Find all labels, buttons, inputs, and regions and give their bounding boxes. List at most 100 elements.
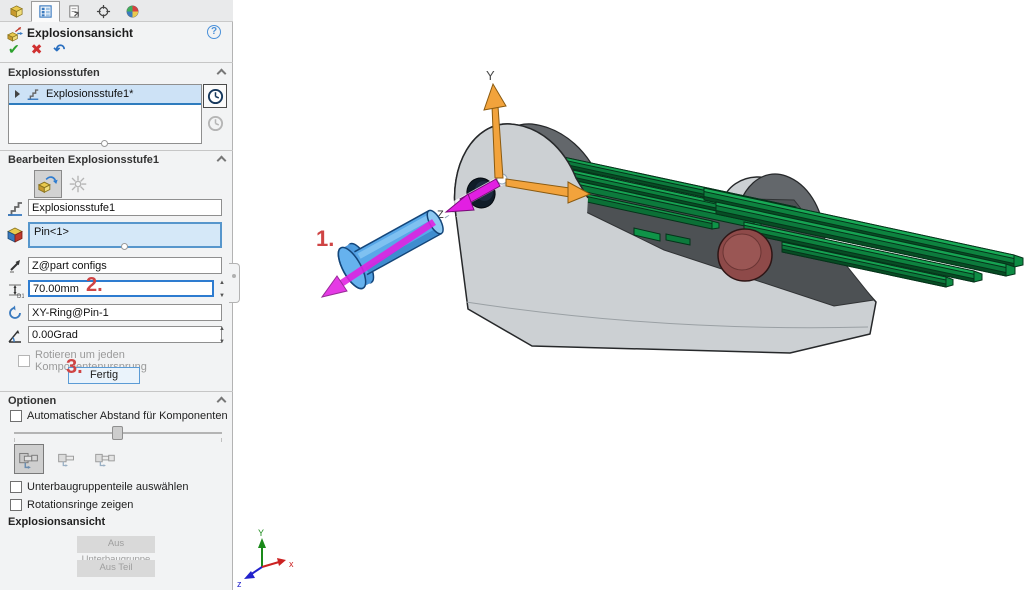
- spin-down-icon[interactable]: ▼: [217, 293, 227, 299]
- components-selection-box[interactable]: Pin<1>: [28, 222, 222, 248]
- solidworks-window: Explosionsansicht ? ✔ ✖ ↶ Explosionsstuf…: [0, 0, 1024, 590]
- spacing-pattern-button-3[interactable]: [90, 444, 120, 474]
- explode-distance-field[interactable]: [28, 280, 214, 297]
- collapse-chevron-icon[interactable]: [217, 156, 227, 166]
- radial-arrows-icon: [67, 173, 89, 195]
- checkbox-icon[interactable]: [10, 499, 22, 511]
- angle-spinner[interactable]: ▲ ▼: [217, 326, 227, 345]
- checkbox-icon[interactable]: [10, 410, 22, 422]
- explosion-steps-list[interactable]: Explosionsstufe1*: [8, 84, 202, 144]
- panel-title: Explosionsansicht: [27, 26, 133, 40]
- corner-triad-x-label: x: [289, 559, 294, 569]
- appearance-sphere-icon: [125, 4, 140, 19]
- listbox-resize-handle[interactable]: [101, 140, 108, 147]
- component-icon: [6, 226, 24, 244]
- step-item-label: Explosionsstufe1*: [46, 88, 133, 100]
- distance-spinner[interactable]: ▲ ▼: [217, 280, 227, 299]
- annotation-step-1: 1.: [316, 226, 334, 251]
- radial-explode-button-disabled: [64, 170, 92, 198]
- spacing-slider-thumb[interactable]: [112, 426, 123, 440]
- property-list-icon: [38, 4, 53, 19]
- spin-up-icon[interactable]: ▲: [217, 326, 227, 332]
- checkbox-label: Rotationsringe zeigen: [27, 499, 133, 511]
- checkbox-label: Unterbaugruppenteile auswählen: [27, 481, 188, 493]
- cancel-icon[interactable]: ✖: [31, 41, 43, 59]
- list-item-explosionsstufe1[interactable]: Explosionsstufe1*: [9, 85, 201, 105]
- graphics-viewport[interactable]: Y Z 1. Y x: [234, 0, 1024, 590]
- section-label: Bearbeiten Explosionsstufe1: [8, 154, 159, 166]
- tab-dimxpertmanager[interactable]: [89, 1, 118, 22]
- undo-icon[interactable]: ↶: [53, 41, 65, 59]
- show-rings-checkbox[interactable]: Rotationsringe zeigen: [10, 499, 133, 511]
- svg-text:D1: D1: [17, 294, 24, 299]
- slider-tick: [221, 438, 222, 442]
- section-label: Optionen: [8, 395, 56, 407]
- translate-part-icon: [37, 173, 59, 195]
- part-cube-icon: [9, 4, 24, 19]
- panel-tab-bar: [0, 0, 233, 22]
- panel-actions: ✔ ✖ ↶: [8, 41, 65, 59]
- rotation-axis-field[interactable]: [28, 304, 222, 321]
- section-explosionsstufen[interactable]: Explosionsstufen: [8, 67, 225, 82]
- section-bearbeiten[interactable]: Bearbeiten Explosionsstufe1: [8, 154, 225, 169]
- annotation-step-2: 2.: [86, 274, 103, 297]
- checkbox-icon: [18, 355, 30, 367]
- collapse-chevron-icon[interactable]: [217, 397, 227, 407]
- tab-propertymanager[interactable]: [31, 1, 60, 22]
- panel-title-row: Explosionsansicht ?: [0, 23, 233, 42]
- explode-step-icon: [26, 87, 40, 101]
- step-name-icon: [6, 200, 24, 218]
- help-icon[interactable]: ?: [207, 25, 221, 39]
- axis-y-label: Y: [486, 68, 495, 83]
- pattern-icon-3: [92, 446, 118, 472]
- rotation-angle-icon: [6, 327, 24, 345]
- corner-triad: Y x z: [237, 528, 294, 589]
- explode-distance-icon: D1: [6, 281, 24, 299]
- expand-arrow-icon[interactable]: [15, 90, 20, 98]
- step-name-field[interactable]: [28, 199, 222, 216]
- knob-face: [723, 234, 761, 270]
- reuse-step-button[interactable]: [203, 84, 227, 108]
- section-label: Explosionsstufen: [8, 67, 100, 79]
- collapse-chevron-icon[interactable]: [217, 69, 227, 79]
- rotation-axis-icon: [6, 304, 24, 322]
- spin-up-icon[interactable]: ▲: [217, 280, 227, 286]
- tab-configurationmanager[interactable]: [60, 1, 89, 22]
- rotation-angle-field[interactable]: [28, 326, 222, 343]
- divider: [0, 391, 233, 392]
- auto-spacing-checkbox[interactable]: Automatischer Abstand für Komponenten: [10, 410, 228, 422]
- pattern-icon-2: [54, 446, 80, 472]
- section-optionen[interactable]: Optionen: [8, 395, 225, 410]
- aus-unterbaugruppe-button: Aus Unterbaugruppe: [77, 536, 155, 553]
- divider: [0, 150, 233, 151]
- slider-tick: [14, 438, 15, 442]
- corner-triad-y-label: Y: [258, 528, 264, 538]
- spacing-pattern-button-1[interactable]: [14, 444, 44, 474]
- annotation-step-3: 3.: [66, 356, 83, 379]
- select-subassembly-checkbox[interactable]: Unterbaugruppenteile auswählen: [10, 481, 188, 493]
- exploded-view-icon: [6, 25, 23, 42]
- confirm-icon[interactable]: ✔: [8, 41, 20, 59]
- explosionsansicht-label: Explosionsansicht: [8, 516, 105, 528]
- configuration-icon: [67, 4, 82, 19]
- checkbox-label: Automatischer Abstand für Komponenten: [27, 410, 228, 422]
- property-manager-panel: Explosionsansicht ? ✔ ✖ ↶ Explosionsstuf…: [0, 0, 233, 590]
- explode-direction-field[interactable]: [28, 257, 222, 274]
- corner-triad-z-label: z: [237, 579, 242, 589]
- checkbox-icon[interactable]: [10, 481, 22, 493]
- tab-displaymanager[interactable]: [118, 1, 147, 22]
- pattern-icon-1: [16, 446, 42, 472]
- crosshair-icon: [96, 4, 111, 19]
- spacing-pattern-button-2[interactable]: [52, 444, 82, 474]
- explode-direction-icon: [6, 257, 24, 275]
- translate-mode-button[interactable]: [34, 170, 62, 198]
- clock-disabled-icon: [207, 115, 224, 132]
- reuse-step-button-disabled: [203, 111, 227, 135]
- tab-featuremanager[interactable]: [2, 1, 31, 22]
- spin-down-icon[interactable]: ▼: [217, 339, 227, 345]
- selection-resize-handle[interactable]: [121, 243, 128, 250]
- aus-teil-button: Aus Teil: [77, 560, 155, 577]
- divider: [0, 62, 233, 63]
- selected-component: Pin<1>: [34, 226, 69, 238]
- clock-icon: [207, 88, 224, 105]
